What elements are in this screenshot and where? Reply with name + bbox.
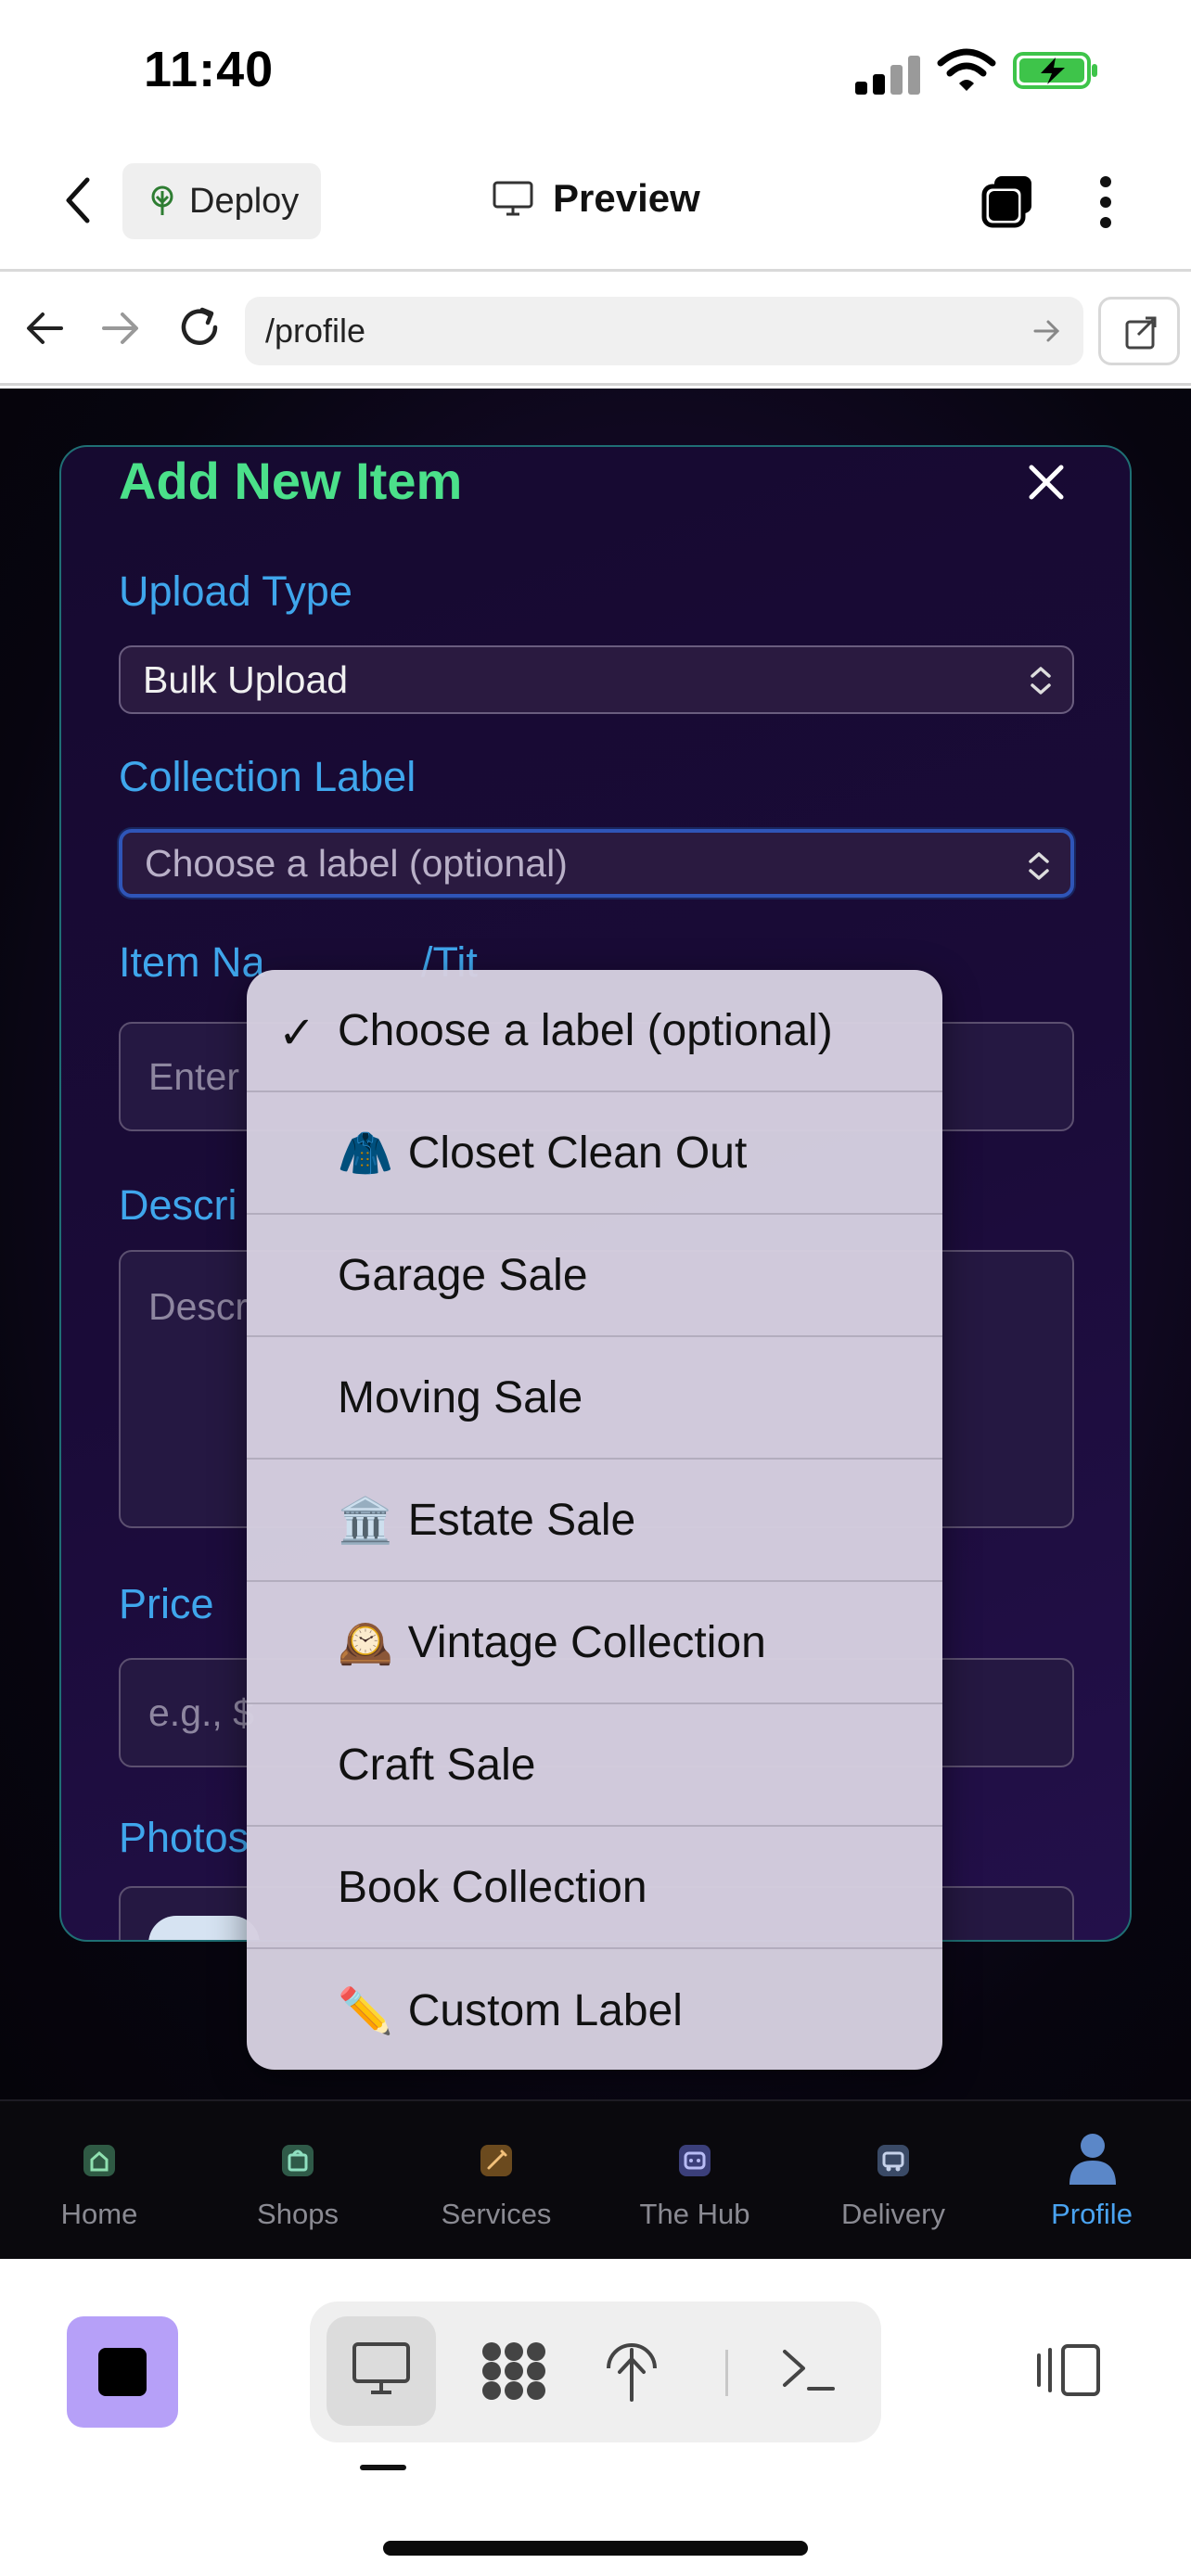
collection-label-picker: ✓ Choose a label (optional) 🧥 Closet Clean … — [247, 970, 942, 2070]
option-label: Estate Sale — [407, 1495, 636, 1545]
home-indicator — [383, 2541, 808, 2556]
external-link-icon — [1125, 316, 1157, 350]
item-name-placeholder: Enter — [148, 1055, 239, 1098]
picker-option[interactable]: 🕰️ Vintage Collection — [247, 1582, 942, 1704]
nav-item-shops[interactable]: Shops — [198, 2101, 397, 2261]
modal-title: Add New Item — [119, 452, 463, 510]
nav-label: Profile — [1051, 2198, 1133, 2230]
item-name-label-text: Item Na — [119, 938, 265, 986]
split-view-icon[interactable] — [1035, 2342, 1102, 2398]
url-text: /profile — [265, 312, 366, 350]
nav-item-hub[interactable]: The Hub — [596, 2101, 794, 2261]
nav-item-delivery[interactable]: Delivery — [794, 2101, 992, 2261]
collection-label-value: Choose a label (optional) — [145, 842, 568, 885]
option-emoji-icon: 🧥 — [338, 1129, 393, 1179]
nav-label: Shops — [257, 2198, 339, 2230]
deploy-icon[interactable] — [603, 2337, 660, 2404]
picker-option[interactable]: Craft Sale — [247, 1704, 942, 1827]
upload-type-label: Upload Type — [119, 567, 352, 615]
nav-label: Services — [441, 2198, 552, 2230]
open-external-button[interactable] — [1098, 297, 1180, 365]
nav-item-services[interactable]: Services — [397, 2101, 596, 2261]
upload-type-select[interactable]: Bulk Upload — [119, 645, 1074, 714]
signal-icon — [855, 54, 920, 95]
robot-icon — [679, 2145, 711, 2176]
view-switcher — [310, 2302, 881, 2442]
option-label: Choose a label (optional) — [338, 1005, 833, 1055]
close-icon[interactable] — [1026, 462, 1067, 503]
deploy-label: Deploy — [189, 181, 300, 221]
picker-option[interactable]: 🏛️ Estate Sale — [247, 1460, 942, 1582]
app-bar: Deploy Preview — [0, 139, 1191, 272]
bottom-toolbar — [0, 2259, 1191, 2576]
go-arrow-icon[interactable] — [1033, 319, 1061, 343]
option-emoji-icon: 🏛️ — [338, 1496, 393, 1546]
nav-item-home[interactable]: Home — [0, 2101, 198, 2261]
tools-icon — [480, 2145, 512, 2176]
option-emoji-icon: 🕰️ — [338, 1618, 393, 1668]
option-emoji-icon: ✏️ — [338, 1986, 393, 2036]
preview-title: Preview — [492, 176, 700, 221]
person-icon — [1069, 2134, 1116, 2185]
option-label: Craft Sale — [338, 1740, 536, 1790]
description-placeholder: Descr — [148, 1285, 249, 1328]
picker-option[interactable]: Book Collection — [247, 1827, 942, 1949]
more-vertical-icon[interactable] — [1095, 174, 1117, 230]
bottom-nav: Home Shops Services The Hub Delivery Pro… — [0, 2099, 1191, 2259]
monitor-icon — [352, 2342, 410, 2394]
chevron-updown-icon — [1029, 852, 1049, 880]
active-tab-indicator — [360, 2465, 406, 2470]
home-icon — [83, 2145, 115, 2176]
price-placeholder: e.g., $ — [148, 1691, 254, 1734]
nav-label: Delivery — [841, 2198, 945, 2230]
reload-icon[interactable] — [176, 304, 223, 351]
nav-item-profile[interactable]: Profile — [992, 2101, 1191, 2261]
photos-label: Photos — [119, 1814, 250, 1861]
apps-grid-icon[interactable] — [479, 2339, 549, 2404]
picker-option[interactable]: ✏️ Custom Label — [247, 1949, 942, 2070]
nav-label: The Hub — [639, 2198, 750, 2230]
status-time: 11:40 — [144, 42, 275, 97]
price-label: Price — [119, 1580, 214, 1627]
browser-bar: /profile — [0, 274, 1191, 386]
option-label: Closet Clean Out — [407, 1128, 748, 1178]
item-name-label: Item Na/Tit — [119, 938, 478, 987]
picker-option[interactable]: 🧥 Closet Clean Out — [247, 1092, 942, 1215]
option-label: Book Collection — [338, 1862, 647, 1912]
preview-label: Preview — [553, 176, 700, 220]
monitor-icon — [493, 181, 533, 216]
back-chevron-icon[interactable] — [56, 172, 102, 228]
truck-icon — [877, 2145, 909, 2176]
battery-charging-icon — [1013, 52, 1097, 89]
option-label: Moving Sale — [338, 1372, 583, 1422]
browser-back-icon[interactable] — [24, 310, 65, 347]
option-label: Garage Sale — [338, 1250, 588, 1300]
picker-option[interactable]: Moving Sale — [247, 1337, 942, 1460]
deploy-icon — [151, 185, 173, 215]
separator — [725, 2350, 728, 2396]
checkmark-icon: ✓ — [278, 1009, 316, 1058]
collection-label: Collection Label — [119, 753, 416, 800]
collection-label-select[interactable]: Choose a label (optional) — [119, 829, 1074, 898]
tabs-icon[interactable] — [980, 172, 1037, 230]
option-label: Vintage Collection — [407, 1617, 766, 1667]
choose-files-button[interactable] — [148, 1916, 260, 1940]
status-bar: 11:40 — [0, 0, 1191, 139]
browser-forward-icon[interactable] — [100, 310, 141, 347]
url-field[interactable]: /profile — [245, 297, 1083, 365]
stop-button[interactable] — [67, 2316, 178, 2428]
shopping-bag-icon — [282, 2145, 314, 2176]
picker-option[interactable]: ✓ Choose a label (optional) — [247, 970, 942, 1092]
chevron-updown-icon — [1031, 667, 1051, 695]
nav-label: Home — [60, 2198, 138, 2230]
picker-option[interactable]: Garage Sale — [247, 1215, 942, 1337]
upload-type-value: Bulk Upload — [143, 658, 349, 701]
description-label: Descri — [119, 1181, 237, 1229]
wifi-icon — [937, 48, 996, 91]
option-label: Custom Label — [407, 1985, 683, 2035]
deploy-button[interactable]: Deploy — [122, 163, 321, 239]
terminal-icon[interactable] — [779, 2346, 837, 2394]
